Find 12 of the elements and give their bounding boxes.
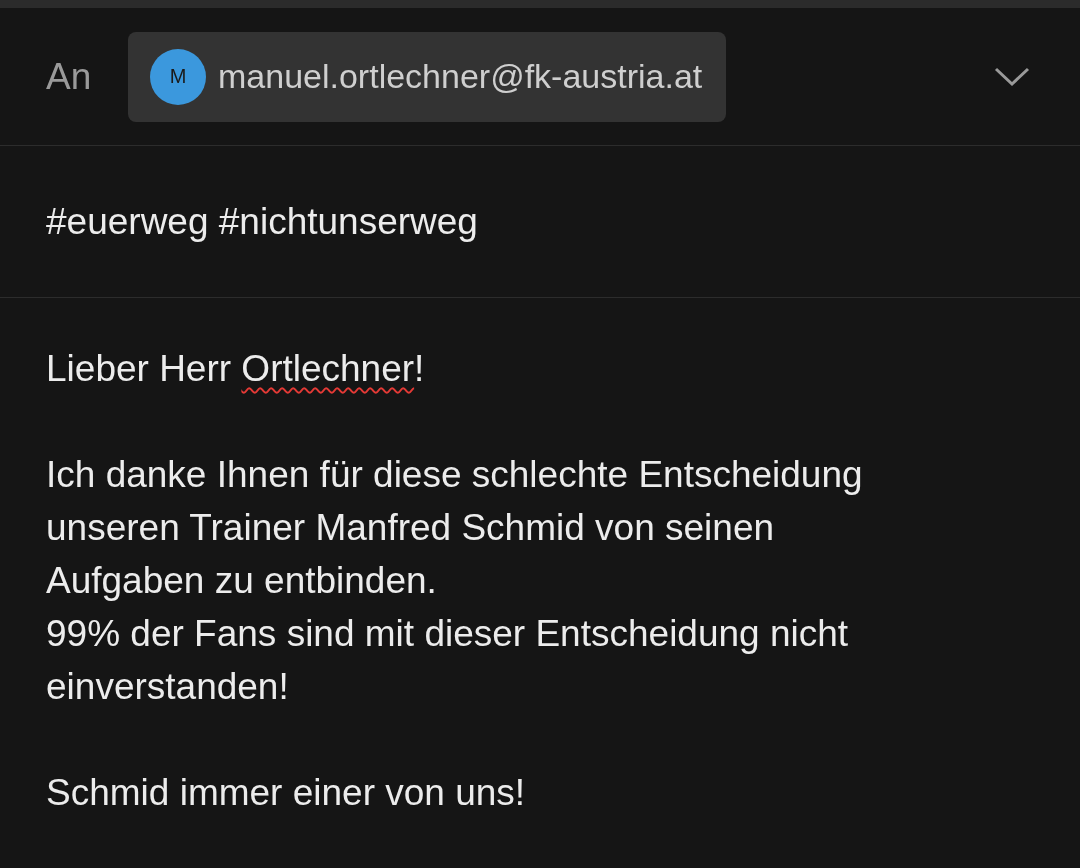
chevron-down-icon[interactable] (994, 66, 1030, 87)
body-text-line: Schmid immer einer von uns! (46, 771, 527, 815)
to-label: An (46, 55, 93, 98)
body-text-line: Aufgaben zu entbinden. (46, 559, 438, 603)
body-text-line: einverstanden! (46, 665, 290, 709)
recipient-chip[interactable]: M manuel.ortlechner@fk-austria.at (128, 31, 727, 122)
subject-text[interactable]: #euerweg #nichtunserweg (46, 200, 478, 243)
body-text-line: Ich danke Ihnen für diese schlechte Entscheidung (46, 453, 864, 497)
avatar: M (150, 48, 206, 105)
body-text-line: Lieber Herr Ortlechner! (46, 347, 426, 391)
body-text-line: 99% der Fans sind mit dieser Entscheidung nicht (46, 612, 850, 656)
body-text-line: unseren Trainer Manfred Schmid von seinen (46, 506, 776, 550)
